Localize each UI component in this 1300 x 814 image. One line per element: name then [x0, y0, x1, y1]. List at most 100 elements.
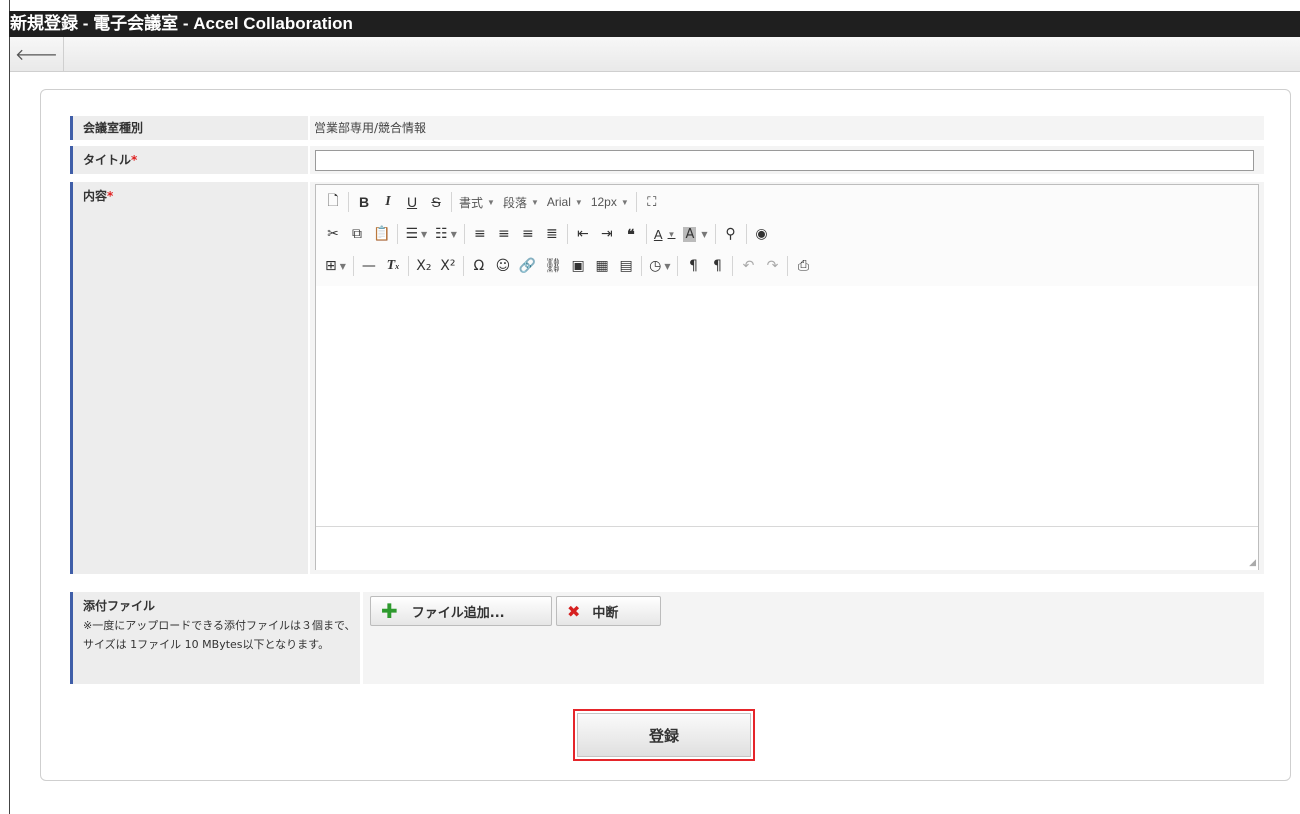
bullet-list-icon[interactable]: ☰ ▼: [401, 222, 431, 246]
room-type-value: 営業部専用/競合情報: [310, 116, 1264, 140]
submit-highlight: 登録: [573, 709, 755, 761]
toolbar-separator: [407, 256, 409, 276]
back-button[interactable]: 🡐: [10, 37, 64, 71]
resize-handle-icon[interactable]: ◢: [1249, 558, 1256, 568]
insert-image-icon[interactable]: ▦: [590, 254, 614, 278]
font-dropdown[interactable]: Arial ▼: [543, 190, 587, 214]
chevron-down-icon: ▼: [620, 197, 629, 207]
size-dropdown-label: 12px: [590, 195, 617, 209]
redo-icon[interactable]: ↷: [760, 254, 784, 278]
toolbar-separator: [635, 192, 637, 212]
close-icon: ✖: [567, 601, 581, 621]
attachment-note: ※一度にアップロードできる添付ファイルは３個まで、サイズは 1ファイル 10 M…: [83, 619, 356, 651]
toolbar-separator: [641, 256, 643, 276]
italic-icon[interactable]: I: [376, 190, 400, 214]
toolbar-separator: [451, 192, 452, 212]
fullscreen-icon[interactable]: ⛶: [640, 190, 664, 214]
toolbar-separator: [397, 224, 399, 244]
link-icon[interactable]: 🔗: [515, 254, 540, 278]
arrow-left-icon: 🡐: [15, 45, 58, 64]
toolbar-separator: [714, 224, 716, 244]
toolbar-separator: [566, 224, 568, 244]
window-title: 新規登録 - 電子会議室 - Accel Collaboration: [9, 11, 1300, 37]
indent-icon[interactable]: ⇥: [595, 222, 619, 246]
editor-toolbar: 🗋 B I U S 書式 ▼ 段落 ▼ Arial ▼ 12px ▼ ⛶ ✂ ⧉ 📋 ☰…: [316, 185, 1258, 287]
title-input[interactable]: [315, 150, 1254, 171]
title-label-text: タイトル: [83, 153, 132, 167]
required-mark: *: [131, 153, 138, 167]
toolbar-separator: [348, 192, 349, 212]
abort-button[interactable]: ✖ 中断: [556, 596, 661, 626]
format-dropdown-label: 書式: [459, 195, 484, 210]
clear-format-icon[interactable]: Tx: [381, 254, 405, 278]
paste-icon[interactable]: 📋: [369, 222, 394, 246]
media-icon[interactable]: ▤: [614, 254, 638, 278]
font-dropdown-label: Arial: [546, 195, 571, 209]
table-icon[interactable]: ⊞ ▼: [321, 254, 350, 278]
format-dropdown[interactable]: 書式 ▼: [455, 190, 499, 214]
blockquote-icon[interactable]: ❝: [619, 222, 643, 246]
add-file-label: ファイル追加...: [411, 605, 505, 621]
chevron-down-icon: ▼: [487, 197, 495, 207]
toolbar-row-3: ⊞ ▼ — Tx X₂ X² Ω ☺ 🔗 ⛓ ▣ ▦ ▤ ◷ ▼ ¶ ¶ ↶ ↷ ⎙: [321, 252, 815, 280]
add-file-button[interactable]: ✚ ファイル追加...: [370, 596, 552, 626]
copy-icon[interactable]: ⧉: [345, 222, 369, 246]
find-icon[interactable]: ⚲: [719, 222, 743, 246]
numbered-list-icon[interactable]: ☷ ▼: [431, 222, 461, 246]
align-center-icon[interactable]: ≡: [492, 222, 516, 246]
toolbar-separator: [645, 224, 647, 244]
chevron-down-icon: ▼: [574, 197, 583, 207]
background-color-icon[interactable]: A ▼: [679, 222, 711, 246]
toolbar-separator: [745, 224, 747, 244]
rich-text-editor: 🗋 B I U S 書式 ▼ 段落 ▼ Arial ▼ 12px ▼ ⛶ ✂ ⧉ 📋 ☰…: [315, 184, 1259, 570]
toolbar-separator: [463, 224, 465, 244]
strikethrough-icon[interactable]: S: [424, 190, 448, 214]
toolbar-row-2: ✂ ⧉ 📋 ☰ ▼ ☷ ▼ ≡ ≡ ≡ ≣ ⇤ ⇥ ❝ A ▼ A ▼ ⚲ ◉: [321, 220, 774, 248]
paragraph-dropdown[interactable]: 段落 ▼: [499, 190, 543, 214]
content-label: 内容*: [70, 182, 308, 574]
toolbar-row-1: 🗋 B I U S 書式 ▼ 段落 ▼ Arial ▼ 12px ▼ ⛶: [321, 188, 664, 216]
subscript-icon[interactable]: X₂: [412, 254, 436, 278]
rtl-icon[interactable]: ¶: [705, 254, 729, 278]
editor-statusbar: ◢: [316, 526, 1258, 570]
toolbar-separator: [462, 256, 464, 276]
outdent-icon[interactable]: ⇤: [571, 222, 595, 246]
horizontal-rule-icon[interactable]: —: [357, 254, 381, 278]
align-justify-icon[interactable]: ≣: [540, 222, 564, 246]
left-edge: [9, 0, 10, 814]
toolbar-separator: [352, 256, 354, 276]
align-right-icon[interactable]: ≡: [516, 222, 540, 246]
submit-button[interactable]: 登録: [577, 713, 751, 757]
emoticon-icon[interactable]: ☺: [491, 254, 515, 278]
title-label: タイトル*: [70, 146, 308, 174]
editor-body[interactable]: [316, 286, 1258, 526]
abort-label: 中断: [592, 605, 619, 621]
align-left-icon[interactable]: ≡: [468, 222, 492, 246]
print-icon[interactable]: ⎙: [791, 254, 815, 278]
plus-icon: ✚: [381, 599, 398, 623]
toolbar-separator: [677, 256, 679, 276]
attachment-label: 添付ファイル ※一度にアップロードできる添付ファイルは３個まで、サイズは 1ファ…: [70, 592, 360, 684]
special-char-icon[interactable]: Ω: [467, 254, 491, 278]
superscript-icon[interactable]: X²: [436, 254, 460, 278]
cut-icon[interactable]: ✂: [321, 222, 345, 246]
content-label-text: 内容: [83, 189, 108, 203]
room-type-label: 会議室種別: [70, 116, 308, 140]
datetime-icon[interactable]: ◷ ▼: [645, 254, 674, 278]
bold-icon[interactable]: B: [352, 190, 376, 214]
unlink-icon[interactable]: ⛓: [540, 254, 566, 278]
image-icon[interactable]: ▣: [566, 254, 590, 278]
underline-icon[interactable]: U: [400, 190, 424, 214]
top-toolbar: 🡐: [10, 37, 1300, 72]
paragraph-dropdown-label: 段落: [502, 195, 527, 210]
chevron-down-icon: ▼: [530, 197, 539, 207]
new-document-icon[interactable]: 🗋: [321, 190, 345, 214]
undo-icon[interactable]: ↶: [736, 254, 760, 278]
text-color-icon[interactable]: A ▼: [650, 222, 680, 246]
size-dropdown[interactable]: 12px ▼: [587, 190, 633, 214]
required-mark: *: [107, 189, 114, 203]
attachment-title: 添付ファイル: [83, 599, 156, 613]
toolbar-separator: [787, 256, 789, 276]
preview-icon[interactable]: ◉: [750, 222, 774, 246]
ltr-icon[interactable]: ¶: [681, 254, 705, 278]
